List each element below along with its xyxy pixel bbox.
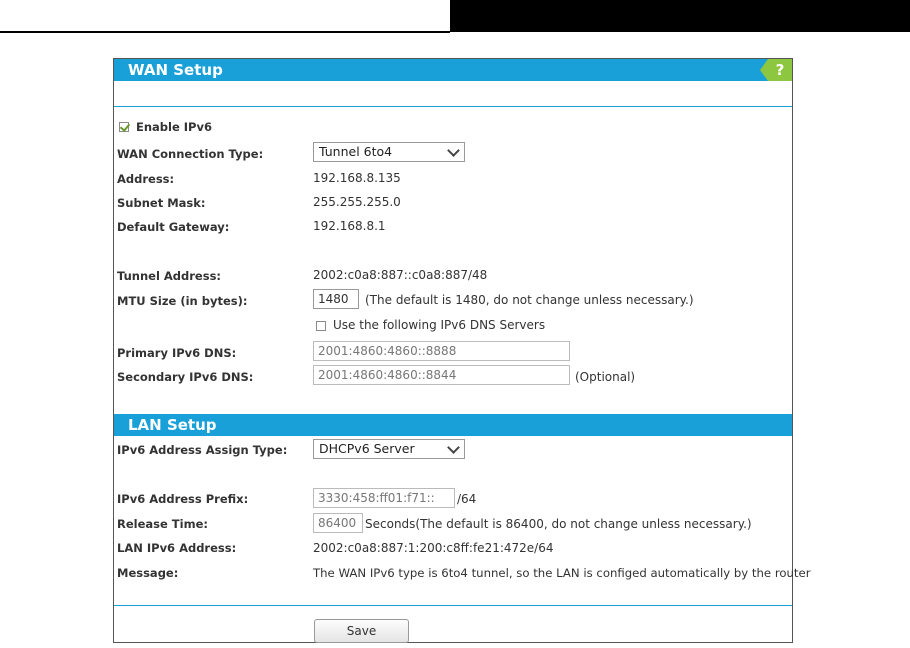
ipv6-prefix-suffix: /64 xyxy=(457,492,477,506)
wan-connection-type-value: Tunnel 6to4 xyxy=(319,144,393,159)
ipv6-assign-type-value: DHCPv6 Server xyxy=(319,441,415,456)
wan-setup-header: WAN Setup ? xyxy=(114,59,792,81)
save-button[interactable]: Save xyxy=(314,619,409,643)
lan-divider xyxy=(114,605,792,606)
secondary-ipv6-dns-label: Secondary IPv6 DNS: xyxy=(117,370,254,384)
address-label: Address: xyxy=(117,172,175,186)
checkmark-icon xyxy=(119,121,131,132)
lan-ipv6-address-label: LAN IPv6 Address: xyxy=(117,541,237,555)
secondary-ipv6-dns-input[interactable]: 2001:4860:4860::8844 xyxy=(313,365,570,385)
chevron-down-icon xyxy=(447,144,460,157)
help-icon[interactable]: ? xyxy=(760,59,792,81)
top-black-bar xyxy=(450,0,910,32)
mtu-note: (The default is 1480, do not change unle… xyxy=(365,293,694,307)
primary-ipv6-dns-label: Primary IPv6 DNS: xyxy=(117,346,237,360)
subnet-mask-value: 255.255.255.0 xyxy=(313,195,401,209)
ipv6-prefix-label: IPv6 Address Prefix: xyxy=(117,492,249,506)
optional-note: (Optional) xyxy=(575,370,636,384)
message-value: The WAN IPv6 type is 6to4 tunnel, so the… xyxy=(313,566,811,580)
address-value: 192.168.8.135 xyxy=(313,171,401,185)
default-gateway-value: 192.168.8.1 xyxy=(313,219,386,233)
primary-ipv6-dns-input[interactable]: 2001:4860:4860::8888 xyxy=(313,341,570,361)
ipv6-prefix-input[interactable]: 3330:458:ff01:f71:: xyxy=(313,488,455,508)
wan-setup-title: WAN Setup xyxy=(128,61,223,79)
mtu-size-input[interactable]: 1480 xyxy=(313,289,359,309)
lan-setup-header: LAN Setup xyxy=(114,414,792,436)
ipv6-assign-type-select[interactable]: DHCPv6 Server xyxy=(313,439,465,459)
release-time-note: Seconds(The default is 86400, do not cha… xyxy=(365,517,752,531)
lan-setup-title: LAN Setup xyxy=(128,416,217,434)
subnet-mask-label: Subnet Mask: xyxy=(117,196,206,210)
ipv6-assign-type-label: IPv6 Address Assign Type: xyxy=(117,443,288,457)
use-ipv6-dns-label: Use the following IPv6 DNS Servers xyxy=(333,318,546,332)
wan-connection-type-select[interactable]: Tunnel 6to4 xyxy=(313,142,465,162)
message-label: Message: xyxy=(117,566,179,580)
use-ipv6-dns-checkbox[interactable] xyxy=(316,321,326,331)
tunnel-address-value: 2002:c0a8:887::c0a8:887/48 xyxy=(313,268,488,282)
wan-connection-type-label: WAN Connection Type: xyxy=(117,147,264,161)
tunnel-address-label: Tunnel Address: xyxy=(117,269,222,283)
default-gateway-label: Default Gateway: xyxy=(117,220,230,234)
mtu-size-label: MTU Size (in bytes): xyxy=(117,294,248,308)
wan-divider xyxy=(114,106,792,107)
release-time-input[interactable]: 86400 xyxy=(313,513,363,533)
enable-ipv6-label: Enable IPv6 xyxy=(136,120,212,134)
enable-ipv6-checkbox[interactable] xyxy=(119,121,131,132)
top-divider xyxy=(0,31,450,33)
chevron-down-icon xyxy=(447,441,460,454)
settings-panel: WAN Setup ? Enable IPv6 WAN Connection T… xyxy=(113,58,811,643)
release-time-label: Release Time: xyxy=(117,517,208,531)
lan-ipv6-address-value: 2002:c0a8:887:1:200:c8ff:fe21:472e/64 xyxy=(313,541,554,555)
